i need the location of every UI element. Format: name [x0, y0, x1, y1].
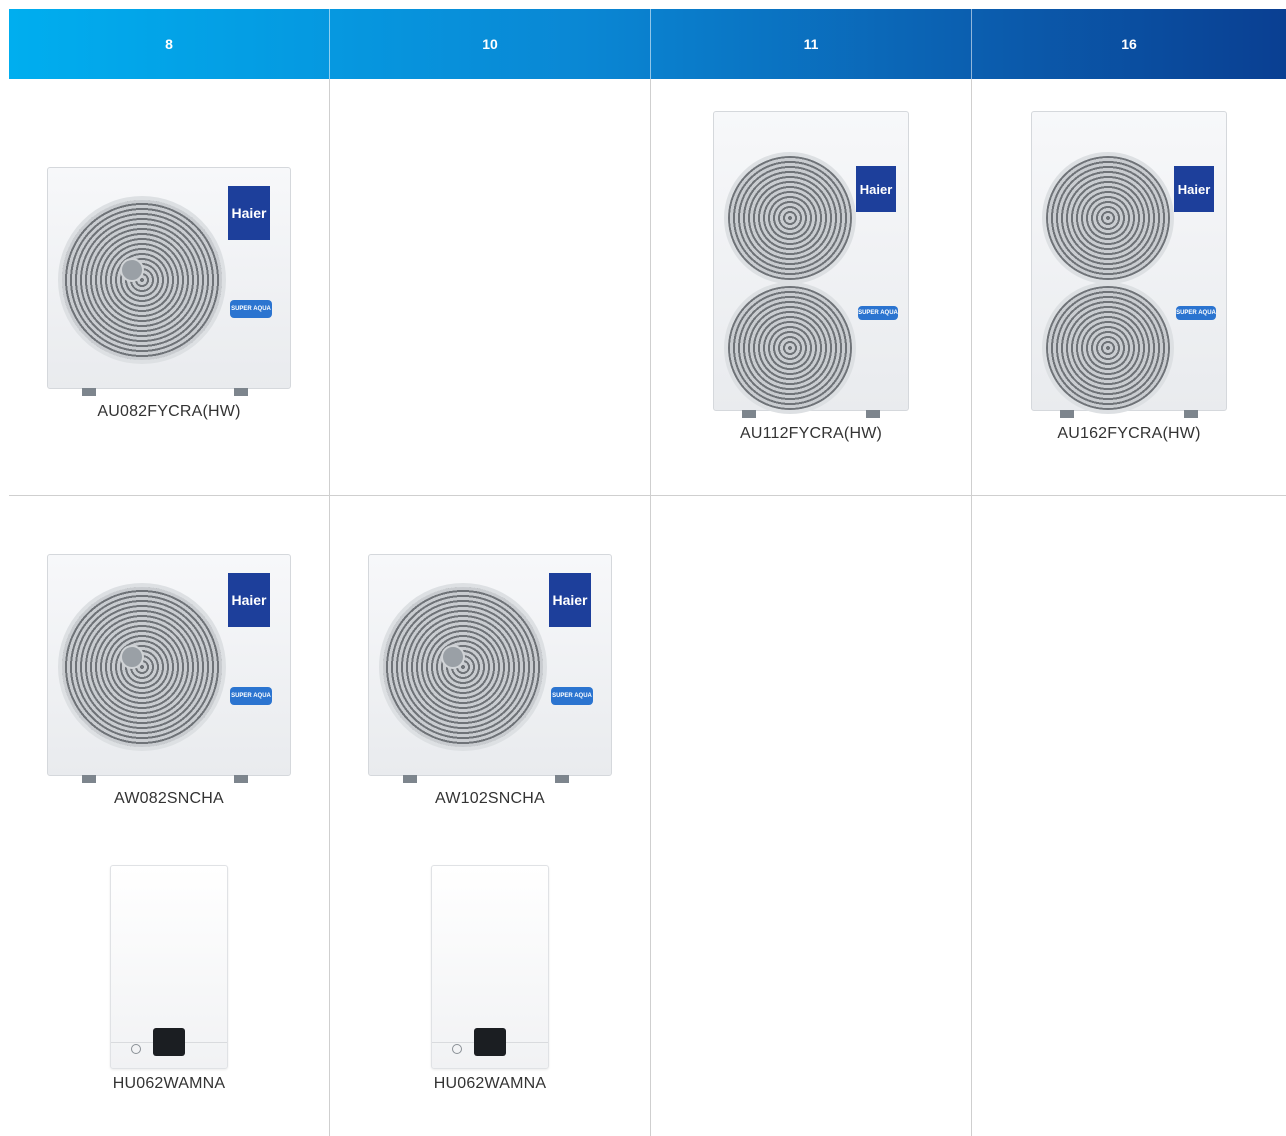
model-label: HU062WAMNA	[112, 1075, 226, 1092]
haier-logo: Haier	[1174, 166, 1214, 212]
indoor-unit-image	[110, 865, 228, 1069]
haier-logo: Haier	[549, 573, 591, 627]
super-aqua-badge: SUPER AQUA	[230, 300, 272, 318]
control-knob	[452, 1044, 462, 1054]
fan-grille	[724, 282, 856, 414]
unit-foot	[234, 388, 248, 396]
unit-foot	[1060, 410, 1074, 418]
table-cell-empty	[651, 496, 972, 1136]
table-cell: Haier SUPER AQUA AU112FYCRA(HW)	[651, 79, 972, 495]
column-header-11: 11	[651, 9, 972, 79]
product-card[interactable]: Haier SUPER AQUA AU162FYCRA(HW)	[972, 111, 1286, 443]
control-screen	[153, 1028, 185, 1056]
outdoor-unit-image: Haier SUPER AQUA	[368, 554, 612, 783]
product-card[interactable]: Haier SUPER AQUA AW102SNCHA	[330, 554, 650, 808]
model-label: AU112FYCRA(HW)	[739, 425, 883, 442]
model-label: AW102SNCHA	[435, 790, 545, 807]
column-header-10: 10	[330, 9, 651, 79]
table-cell-empty	[330, 79, 651, 495]
super-aqua-badge: SUPER AQUA	[1176, 306, 1216, 320]
fan-grille	[724, 152, 856, 284]
haier-logo: Haier	[228, 573, 270, 627]
outdoor-unit-image: Haier SUPER AQUA	[713, 111, 909, 418]
product-card[interactable]: Haier SUPER AQUA AW082SNCHA	[9, 554, 329, 808]
super-aqua-badge: SUPER AQUA	[551, 687, 593, 705]
product-card[interactable]: HU062WAMNA	[9, 865, 329, 1093]
product-comparison-table: 8 10 11 16 Haier SUPER AQUA AU082FYCRA(H…	[9, 9, 1286, 1136]
unit-foot	[555, 775, 569, 783]
table-cell: Haier SUPER AQUA AW102SNCHA HU062WAMNA	[330, 496, 651, 1136]
unit-foot	[234, 775, 248, 783]
column-header-16: 16	[1121, 36, 1137, 52]
outdoor-unit-image: Haier SUPER AQUA	[47, 167, 291, 396]
outdoor-unit-image: Haier SUPER AQUA	[47, 554, 291, 783]
fan-hub	[120, 645, 144, 669]
column-header-8: 8	[9, 9, 330, 79]
unit-foot	[1184, 410, 1198, 418]
fan-grille	[58, 196, 226, 364]
fan-grille	[1042, 152, 1174, 284]
table-cell: Haier SUPER AQUA AW082SNCHA HU062WAMNA	[9, 496, 330, 1136]
model-label: AW082SNCHA	[114, 790, 224, 807]
unit-foot	[82, 775, 96, 783]
fan-grille	[379, 583, 547, 751]
table-cell: Haier SUPER AQUA AU162FYCRA(HW)	[972, 79, 1286, 495]
product-card[interactable]: Haier SUPER AQUA AU112FYCRA(HW)	[651, 111, 971, 443]
unit-foot	[82, 388, 96, 396]
fan-hub	[441, 645, 465, 669]
control-knob	[131, 1044, 141, 1054]
super-aqua-badge: SUPER AQUA	[858, 306, 898, 320]
indoor-unit-image	[431, 865, 549, 1069]
model-label: AU162FYCRA(HW)	[1057, 425, 1201, 442]
table-cell: Haier SUPER AQUA AU082FYCRA(HW)	[9, 79, 330, 495]
unit-foot	[866, 410, 880, 418]
fan-grille	[1042, 282, 1174, 414]
capacity-header-row: 8 10 11 16	[9, 9, 1286, 79]
super-aqua-badge: SUPER AQUA	[230, 687, 272, 705]
product-card[interactable]: HU062WAMNA	[330, 865, 650, 1093]
haier-logo: Haier	[856, 166, 896, 212]
unit-foot	[403, 775, 417, 783]
haier-logo: Haier	[228, 186, 270, 240]
fan-grille	[58, 583, 226, 751]
outdoor-unit-image: Haier SUPER AQUA	[1031, 111, 1227, 418]
model-label: AU082FYCRA(HW)	[97, 403, 241, 420]
fan-hub	[120, 258, 144, 282]
table-row: Haier SUPER AQUA AU082FYCRA(HW) Haier SU…	[9, 79, 1286, 496]
product-card[interactable]: Haier SUPER AQUA AU082FYCRA(HW)	[9, 167, 329, 421]
unit-foot	[742, 410, 756, 418]
model-label: HU062WAMNA	[433, 1075, 547, 1092]
table-row: Haier SUPER AQUA AW082SNCHA HU062WAMNA H…	[9, 496, 1286, 1136]
table-cell-empty	[972, 496, 1286, 1136]
control-screen	[474, 1028, 506, 1056]
